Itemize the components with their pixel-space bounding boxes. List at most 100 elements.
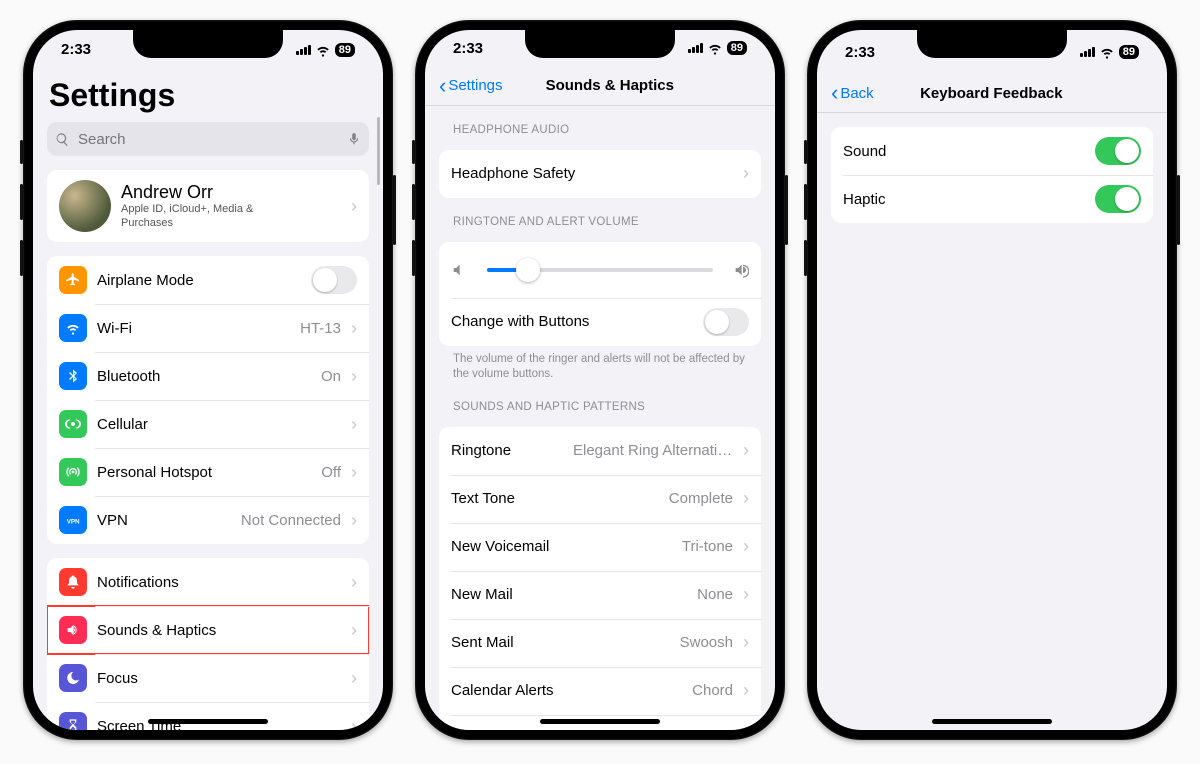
row-text-tone[interactable]: Text Tone Complete › xyxy=(439,475,761,523)
row-label: Notifications xyxy=(97,574,179,591)
chevron-right-icon: › xyxy=(743,488,749,509)
row-new-mail[interactable]: New Mail None › xyxy=(439,571,761,619)
row-label: Bluetooth xyxy=(97,368,160,385)
wifi-icon xyxy=(59,314,87,342)
chevron-right-icon: › xyxy=(743,163,749,184)
toggle-haptic[interactable] xyxy=(1095,185,1141,213)
bluetooth-icon xyxy=(59,362,87,390)
toggle-sound[interactable] xyxy=(1095,137,1141,165)
row-label: Sounds & Haptics xyxy=(97,622,216,639)
moon-icon xyxy=(59,664,87,692)
apple-id-name: Andrew Orr xyxy=(121,182,291,203)
toggle-airplane[interactable] xyxy=(311,266,357,294)
settings-row-speaker[interactable]: Sounds & Haptics › xyxy=(47,606,369,654)
page-title: Settings xyxy=(49,77,369,114)
row-value: Swoosh xyxy=(680,634,733,651)
search-icon xyxy=(55,132,70,147)
row-value: HT-13 xyxy=(300,320,341,337)
signal-icon xyxy=(1080,47,1095,57)
status-time: 2:33 xyxy=(61,41,91,58)
signal-icon xyxy=(688,43,703,53)
row-value: Chord xyxy=(692,682,733,699)
home-indicator[interactable] xyxy=(932,719,1052,724)
battery-indicator: 89 xyxy=(335,43,355,57)
chevron-right-icon: › xyxy=(743,536,749,557)
chevron-right-icon: › xyxy=(351,366,357,387)
settings-row-vpn[interactable]: VPNVPNNot Connected› xyxy=(47,496,369,544)
settings-row-bell[interactable]: Notifications › xyxy=(47,558,369,606)
row-label: Sent Mail xyxy=(451,634,514,651)
wifi-icon xyxy=(1099,44,1115,60)
chevron-right-icon: › xyxy=(351,414,357,435)
settings-row-bluetooth[interactable]: Bluetooth On › xyxy=(47,352,369,400)
chevron-right-icon: › xyxy=(351,620,357,641)
row-ringtone[interactable]: Ringtone Elegant Ring Alternative / Cle… › xyxy=(439,427,761,475)
scroll-indicator[interactable] xyxy=(377,117,380,185)
chevron-right-icon: › xyxy=(351,572,357,593)
row-value: Off xyxy=(321,464,341,481)
row-label: Text Tone xyxy=(451,490,515,507)
settings-row-wifi[interactable]: Wi-FiHT-13› xyxy=(47,304,369,352)
row-value: On xyxy=(321,368,341,385)
chevron-right-icon: › xyxy=(351,196,357,217)
search-field[interactable] xyxy=(47,122,369,156)
row-label: Sound xyxy=(843,143,886,160)
row-label: Ringtone xyxy=(451,442,511,459)
settings-row-airplane[interactable]: Airplane Mode xyxy=(47,256,369,304)
settings-row-moon[interactable]: Focus› xyxy=(47,654,369,702)
row-headphone-safety[interactable]: Headphone Safety › xyxy=(439,150,761,198)
chevron-right-icon: › xyxy=(351,462,357,483)
row-value: None xyxy=(697,586,733,603)
row-new-voicemail[interactable]: New Voicemail Tri-tone › xyxy=(439,523,761,571)
signal-icon xyxy=(296,45,311,55)
row-label: Cellular xyxy=(97,416,148,433)
settings-row-hotspot[interactable]: Personal Hotspot Off › xyxy=(47,448,369,496)
search-input[interactable] xyxy=(76,130,341,149)
home-indicator[interactable] xyxy=(540,719,660,724)
row-value: Complete xyxy=(669,490,733,507)
settings-row-hourglass[interactable]: Screen Time› xyxy=(47,702,369,730)
settings-row-cellular[interactable]: Cellular › xyxy=(47,400,369,448)
row-calendar-alerts[interactable]: Calendar AlertsChord› xyxy=(439,667,761,715)
phone-frame-1: 2:33 89 Settings Andrew O xyxy=(23,20,393,740)
row-label: Airplane Mode xyxy=(97,272,194,289)
row-sent-mail[interactable]: Sent MailSwoosh› xyxy=(439,619,761,667)
chevron-right-icon: › xyxy=(743,728,749,730)
row-value: Elegant Ring Alternative / Cle… xyxy=(573,442,733,459)
cellular-icon xyxy=(59,410,87,438)
nav-title: Sounds & Haptics xyxy=(459,77,761,94)
row-sound[interactable]: Sound xyxy=(831,127,1153,175)
mic-icon[interactable] xyxy=(347,132,361,146)
wifi-icon xyxy=(315,42,331,58)
row-value: Not Connected xyxy=(241,512,341,529)
phone-frame-2: 2:33 89 ‹ Settings Sounds & Haptics HEAD… xyxy=(415,20,785,740)
speaker-icon xyxy=(59,616,87,644)
wifi-icon xyxy=(707,40,723,56)
row-label: VPN xyxy=(97,512,128,529)
bell-icon xyxy=(59,568,87,596)
chevron-right-icon: › xyxy=(351,318,357,339)
volume-slider[interactable] xyxy=(487,268,713,272)
toggle-change-with-buttons[interactable] xyxy=(703,308,749,336)
chevron-right-icon: › xyxy=(743,440,749,461)
home-indicator[interactable] xyxy=(148,719,268,724)
row-label: New Mail xyxy=(451,586,513,603)
apple-id-row[interactable]: Andrew Orr Apple ID, iCloud+, Media & Pu… xyxy=(47,170,369,242)
row-haptic[interactable]: Haptic xyxy=(831,175,1153,223)
row-label: Calendar Alerts xyxy=(451,682,554,699)
status-time: 2:33 xyxy=(845,44,875,61)
nav-title: Keyboard Feedback xyxy=(830,85,1153,102)
volume-high-icon xyxy=(733,262,749,278)
chevron-right-icon: › xyxy=(351,716,357,730)
row-change-with-buttons[interactable]: Change with Buttons xyxy=(439,298,761,346)
row-value: Tri-tone xyxy=(682,538,733,555)
chevron-right-icon: › xyxy=(743,584,749,605)
airplane-icon xyxy=(59,266,87,294)
section-header-headphone: HEADPHONE AUDIO xyxy=(453,124,761,136)
row-label: New Voicemail xyxy=(451,538,549,555)
row-label: Focus xyxy=(97,670,138,687)
apple-id-subtitle: Apple ID, iCloud+, Media & Purchases xyxy=(121,203,291,231)
row-label: Personal Hotspot xyxy=(97,464,212,481)
volume-low-icon xyxy=(451,262,467,278)
volume-slider-row xyxy=(439,242,761,298)
